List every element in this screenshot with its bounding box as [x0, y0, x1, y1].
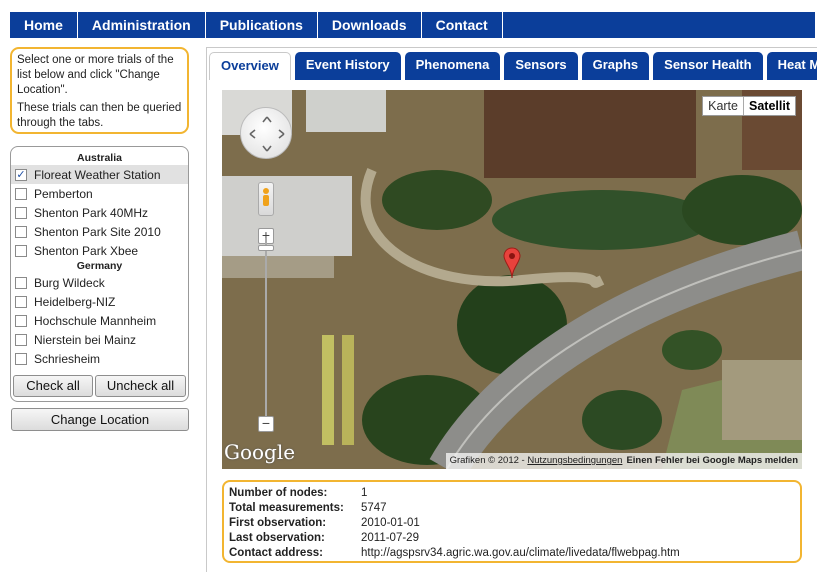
pan-arrows-icon — [249, 116, 285, 152]
trial-item[interactable]: ✓ Floreat Weather Station — [11, 165, 188, 184]
detail-value: 5747 — [361, 502, 387, 514]
detail-label: Contact address: — [229, 547, 323, 559]
map-imagery — [222, 90, 802, 469]
zoom-slider-track[interactable] — [265, 238, 267, 420]
detail-row: Number of nodes: 1 — [229, 486, 795, 501]
detail-row: Total measurements: 5747 — [229, 501, 795, 516]
tab-bar: Overview Event History Phenomena Sensors… — [209, 52, 817, 80]
location-marker-icon[interactable] — [503, 247, 521, 279]
detail-label: First observation: — [229, 517, 327, 529]
pan-control[interactable] — [240, 107, 292, 159]
trial-item[interactable]: Hochschule Mannheim — [11, 311, 188, 330]
trial-list[interactable]: Australia ✓ Floreat Weather Station Pemb… — [11, 147, 188, 371]
map-type-map-button[interactable]: Karte — [703, 97, 743, 115]
attribution-text: Grafiken © 2012 - — [449, 455, 528, 466]
trial-label: Schriesheim — [34, 351, 101, 366]
contact-link[interactable]: http://agspsrv34.agric.wa.gov.au/climate… — [361, 546, 680, 561]
trial-item[interactable]: Shenton Park 40MHz — [11, 203, 188, 222]
selection-buttons: Check all Uncheck all — [11, 371, 188, 397]
top-navigation: Home Administration Publications Downloa… — [10, 12, 815, 38]
nav-downloads[interactable]: Downloads — [318, 12, 422, 38]
trial-checkbox[interactable] — [15, 244, 27, 257]
map-attribution: Grafiken © 2012 - Nutzungsbedingungen Ein… — [445, 453, 802, 469]
trial-item[interactable]: Pemberton — [11, 184, 188, 203]
detail-row: Last observation: 2011-07-29 — [229, 531, 795, 546]
tab-sensors[interactable]: Sensors — [504, 52, 578, 80]
detail-value: 1 — [361, 487, 368, 499]
trial-label: Shenton Park Xbee — [34, 243, 139, 258]
trial-checkbox[interactable] — [15, 314, 27, 327]
trial-checkbox[interactable] — [15, 206, 27, 219]
trial-checkbox[interactable] — [15, 295, 27, 308]
zoom-slider-handle[interactable] — [258, 245, 274, 251]
trial-label: Floreat Weather Station — [34, 167, 161, 182]
nav-administration[interactable]: Administration — [78, 12, 206, 38]
zoom-out-button[interactable]: − — [258, 416, 274, 432]
detail-value: 2010-01-01 — [361, 517, 420, 529]
trial-item[interactable]: Schriesheim — [11, 349, 188, 368]
nav-contact[interactable]: Contact — [422, 12, 503, 38]
trial-checkbox[interactable] — [15, 276, 27, 289]
detail-row: Contact address: http://agspsrv34.agric.… — [229, 546, 795, 561]
street-view-pegman-icon[interactable] — [258, 182, 274, 216]
trial-label: Heidelberg-NIZ — [34, 294, 116, 309]
country-heading: Germany — [76, 260, 123, 272]
detail-row: First observation: 2010-01-01 — [229, 516, 795, 531]
detail-label: Last observation: — [229, 532, 325, 544]
detail-label: Total measurements: — [229, 502, 344, 514]
tab-phenomena[interactable]: Phenomena — [404, 52, 501, 80]
tab-sensor-health[interactable]: Sensor Health — [653, 52, 763, 80]
trial-item[interactable]: Shenton Park Site 2010 — [11, 222, 188, 241]
check-all-button[interactable]: Check all — [13, 375, 93, 397]
uncheck-all-button[interactable]: Uncheck all — [95, 375, 186, 397]
tab-overview[interactable]: Overview — [209, 52, 291, 80]
trial-checkbox[interactable] — [15, 225, 27, 238]
tab-heat-map[interactable]: Heat Map — [766, 52, 817, 80]
trial-item[interactable]: Shenton Park Xbee — [11, 241, 188, 260]
trial-label: Shenton Park 40MHz — [34, 205, 149, 220]
detail-label: Number of nodes: — [229, 487, 328, 499]
trial-label: Pemberton — [34, 186, 93, 201]
map-type-control: Karte Satellit — [702, 96, 796, 116]
instructions-text-1: Select one or more trials of the list be… — [17, 54, 174, 96]
nav-publications[interactable]: Publications — [206, 12, 318, 38]
instructions-text-2: These trials can then be queried through… — [17, 102, 182, 129]
trial-label: Nierstein bei Mainz — [34, 332, 137, 347]
trial-label: Shenton Park Site 2010 — [34, 224, 161, 239]
terms-link[interactable]: Nutzungsbedingungen — [527, 455, 622, 466]
trial-item[interactable]: Nierstein bei Mainz — [11, 330, 188, 349]
country-heading: Australia — [77, 152, 122, 164]
trial-checkbox[interactable] — [15, 333, 27, 346]
nav-home[interactable]: Home — [10, 12, 78, 38]
trial-item[interactable]: Burg Wildeck — [11, 273, 188, 292]
tab-graphs[interactable]: Graphs — [581, 52, 650, 80]
change-location-button[interactable]: Change Location — [11, 408, 189, 431]
google-logo: Google — [224, 440, 296, 464]
trial-details-box: Number of nodes: 1 Total measurements: 5… — [222, 480, 802, 563]
report-error-link[interactable]: Einen Fehler bei Google Maps melden — [626, 455, 798, 466]
trial-checkbox[interactable] — [15, 352, 27, 365]
map-type-satellite-button[interactable]: Satellit — [743, 97, 795, 115]
trial-item[interactable]: Heidelberg-NIZ — [11, 292, 188, 311]
trial-selector: Australia ✓ Floreat Weather Station Pemb… — [10, 146, 189, 402]
detail-value: 2011-07-29 — [361, 532, 419, 544]
trial-checkbox[interactable]: ✓ — [15, 168, 27, 181]
trial-label: Burg Wildeck — [34, 275, 105, 290]
trial-checkbox[interactable] — [15, 187, 27, 200]
instructions-box: Select one or more trials of the list be… — [10, 47, 189, 134]
tab-event-history[interactable]: Event History — [294, 52, 401, 80]
trial-label: Hochschule Mannheim — [34, 313, 157, 328]
satellite-map[interactable]: Karte Satellit + − Google Grafiken © 201… — [222, 90, 802, 469]
